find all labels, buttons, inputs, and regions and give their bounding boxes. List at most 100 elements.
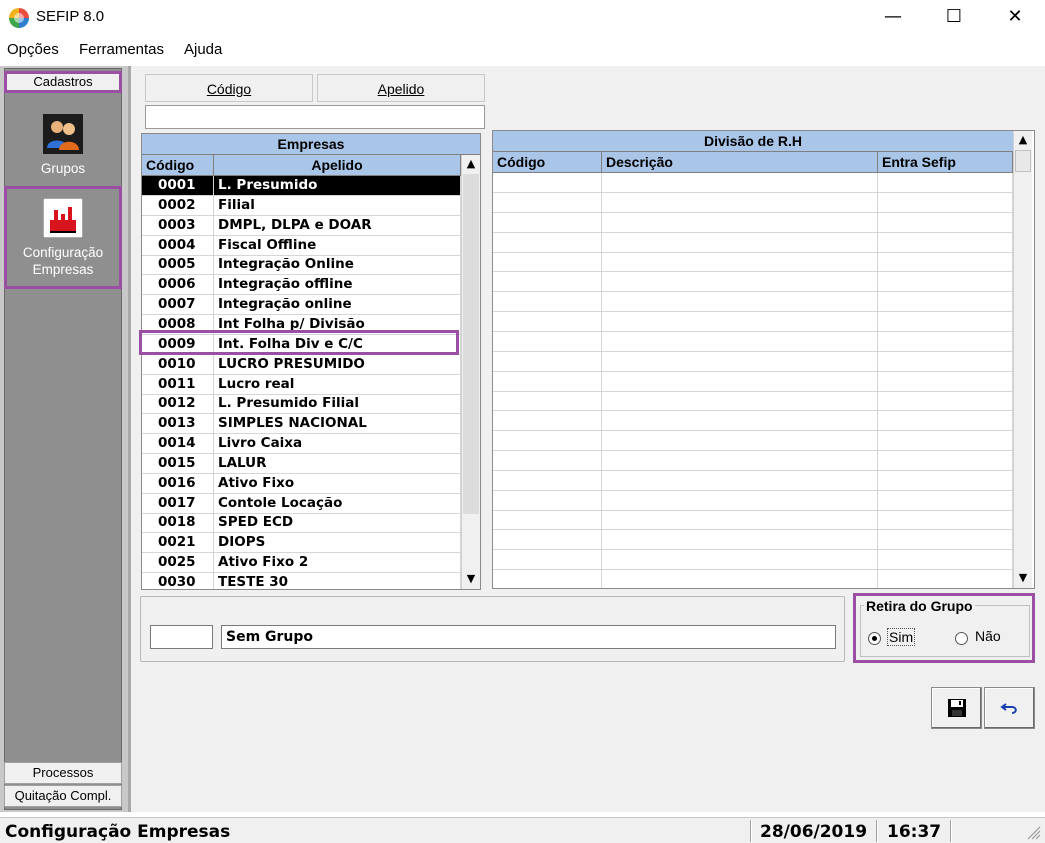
minimize-button[interactable]: — bbox=[870, 0, 916, 34]
save-button[interactable] bbox=[931, 687, 982, 729]
menu-ferramentas[interactable]: Ferramentas bbox=[79, 41, 164, 58]
close-button[interactable]: ✕ bbox=[992, 0, 1038, 34]
empty-cell bbox=[602, 192, 878, 213]
scroll-up-icon[interactable]: ▲ bbox=[1014, 131, 1032, 149]
nav-grupos[interactable]: Grupos bbox=[4, 114, 122, 184]
tab-codigo[interactable]: Código bbox=[145, 74, 313, 102]
table-row[interactable]: 0003 DMPL, DLPA e DOAR bbox=[142, 215, 461, 236]
table-row[interactable]: 0007 Integração online bbox=[142, 295, 461, 316]
table-row[interactable]: 0030 TESTE 30 bbox=[142, 573, 461, 589]
nav-quitacao-button[interactable]: Quitação Compl. bbox=[4, 785, 122, 807]
empresas-grid[interactable]: Empresas Código Apelido 0001 L. Presumido… bbox=[141, 133, 481, 590]
table-row[interactable] bbox=[493, 470, 1013, 491]
table-row[interactable] bbox=[493, 272, 1013, 293]
radio-nao[interactable] bbox=[955, 632, 968, 645]
table-row[interactable] bbox=[493, 212, 1013, 233]
table-row[interactable] bbox=[493, 490, 1013, 511]
scroll-thumb[interactable] bbox=[1015, 150, 1031, 172]
table-row[interactable] bbox=[493, 192, 1013, 213]
table-row[interactable] bbox=[493, 570, 1013, 588]
resize-grip-icon[interactable] bbox=[1027, 826, 1041, 840]
search-input[interactable] bbox=[145, 105, 485, 129]
maximize-button[interactable]: ☐ bbox=[931, 0, 977, 34]
table-row[interactable]: 0012 L. Presumido Filial bbox=[142, 394, 461, 415]
cell-apelido: Contole Locação bbox=[214, 493, 461, 514]
empty-cell bbox=[602, 510, 878, 531]
menu-opcoes[interactable]: Opções bbox=[7, 41, 59, 58]
users-group-icon bbox=[43, 114, 83, 154]
row-highlight-box bbox=[139, 330, 459, 355]
table-row[interactable] bbox=[493, 530, 1013, 551]
cell-codigo: 0001 bbox=[142, 176, 214, 196]
empresas-col-apelido[interactable]: Apelido bbox=[214, 155, 461, 176]
divisao-col-codigo[interactable]: Código bbox=[493, 152, 602, 173]
tab-apelido[interactable]: Apelido bbox=[317, 74, 485, 102]
divisao-col-descricao[interactable]: Descrição bbox=[602, 152, 878, 173]
scroll-up-icon[interactable]: ▲ bbox=[462, 155, 480, 173]
cell-apelido: Ativo Fixo 2 bbox=[214, 553, 461, 574]
undo-button[interactable] bbox=[984, 687, 1035, 729]
table-row[interactable] bbox=[493, 371, 1013, 392]
table-row[interactable] bbox=[493, 331, 1013, 352]
table-row[interactable]: 0010 LUCRO PRESUMIDO bbox=[142, 354, 461, 375]
empty-cell bbox=[602, 351, 878, 372]
table-row[interactable] bbox=[493, 411, 1013, 432]
table-row[interactable]: 0025 Ativo Fixo 2 bbox=[142, 553, 461, 574]
table-row[interactable]: 0014 Livro Caixa bbox=[142, 434, 461, 455]
table-row[interactable]: 0006 Integração offline bbox=[142, 275, 461, 296]
empty-cell bbox=[493, 212, 602, 233]
table-row[interactable]: 0021 DIOPS bbox=[142, 533, 461, 554]
divisao-col-entra[interactable]: Entra Sefip bbox=[878, 152, 1013, 173]
divisao-grid[interactable]: Divisão de R.H Código Descrição Entra Se… bbox=[492, 130, 1035, 589]
empresas-scrollbar[interactable]: ▲ ▼ bbox=[461, 155, 480, 589]
empresas-col-codigo[interactable]: Código bbox=[142, 155, 214, 176]
table-row[interactable] bbox=[493, 173, 1013, 193]
table-row[interactable] bbox=[493, 252, 1013, 273]
table-row[interactable]: 0005 Integração Online bbox=[142, 255, 461, 276]
scroll-down-icon[interactable]: ▼ bbox=[1014, 569, 1032, 587]
table-row[interactable] bbox=[493, 450, 1013, 471]
nav-processos-button[interactable]: Processos bbox=[4, 762, 122, 784]
table-row[interactable]: 0001 L. Presumido bbox=[142, 176, 461, 196]
table-row[interactable] bbox=[493, 431, 1013, 452]
divisao-scrollbar[interactable]: ▲ ▼ bbox=[1013, 131, 1032, 588]
scroll-thumb[interactable] bbox=[463, 174, 479, 514]
radio-sim[interactable] bbox=[868, 632, 881, 645]
table-row[interactable] bbox=[493, 232, 1013, 253]
empty-cell bbox=[878, 331, 1013, 352]
table-row[interactable] bbox=[493, 550, 1013, 571]
table-row[interactable] bbox=[493, 510, 1013, 531]
undo-arrow-icon bbox=[1000, 703, 1017, 714]
table-row[interactable] bbox=[493, 351, 1013, 372]
status-separator bbox=[876, 820, 878, 842]
table-row[interactable]: 0011 Lucro real bbox=[142, 374, 461, 395]
table-row[interactable] bbox=[493, 292, 1013, 313]
empty-cell bbox=[493, 470, 602, 491]
grupo-codigo-field[interactable] bbox=[150, 625, 213, 649]
table-row[interactable]: 0018 SPED ECD bbox=[142, 513, 461, 534]
app-logo-icon bbox=[9, 8, 29, 28]
cell-codigo: 0025 bbox=[142, 553, 214, 574]
table-row[interactable] bbox=[493, 391, 1013, 412]
empty-cell bbox=[878, 351, 1013, 372]
table-row[interactable] bbox=[493, 311, 1013, 332]
nav-cadastros-button[interactable]: Cadastros bbox=[4, 71, 122, 93]
menu-ajuda[interactable]: Ajuda bbox=[184, 41, 222, 58]
grupo-nome-field[interactable]: Sem Grupo bbox=[221, 625, 836, 649]
cell-codigo: 0013 bbox=[142, 414, 214, 435]
nav-configuracao-empresas[interactable]: Configuração Empresas bbox=[4, 186, 122, 289]
radio-nao-label[interactable]: Não bbox=[975, 628, 1001, 644]
table-row[interactable]: 0016 Ativo Fixo bbox=[142, 473, 461, 494]
table-row[interactable]: 0017 Contole Locação bbox=[142, 493, 461, 514]
empty-cell bbox=[602, 311, 878, 332]
table-row[interactable]: 0013 SIMPLES NACIONAL bbox=[142, 414, 461, 435]
table-row[interactable]: 0004 Fiscal Offline bbox=[142, 235, 461, 256]
window-title: SEFIP 8.0 bbox=[36, 8, 105, 25]
radio-sim-label[interactable]: Sim bbox=[887, 628, 916, 646]
cell-codigo: 0021 bbox=[142, 533, 214, 554]
table-row[interactable]: 0002 Filial bbox=[142, 195, 461, 216]
cell-apelido: LALUR bbox=[214, 453, 461, 474]
table-row[interactable]: 0015 LALUR bbox=[142, 453, 461, 474]
empty-cell bbox=[878, 470, 1013, 491]
scroll-down-icon[interactable]: ▼ bbox=[462, 570, 480, 588]
